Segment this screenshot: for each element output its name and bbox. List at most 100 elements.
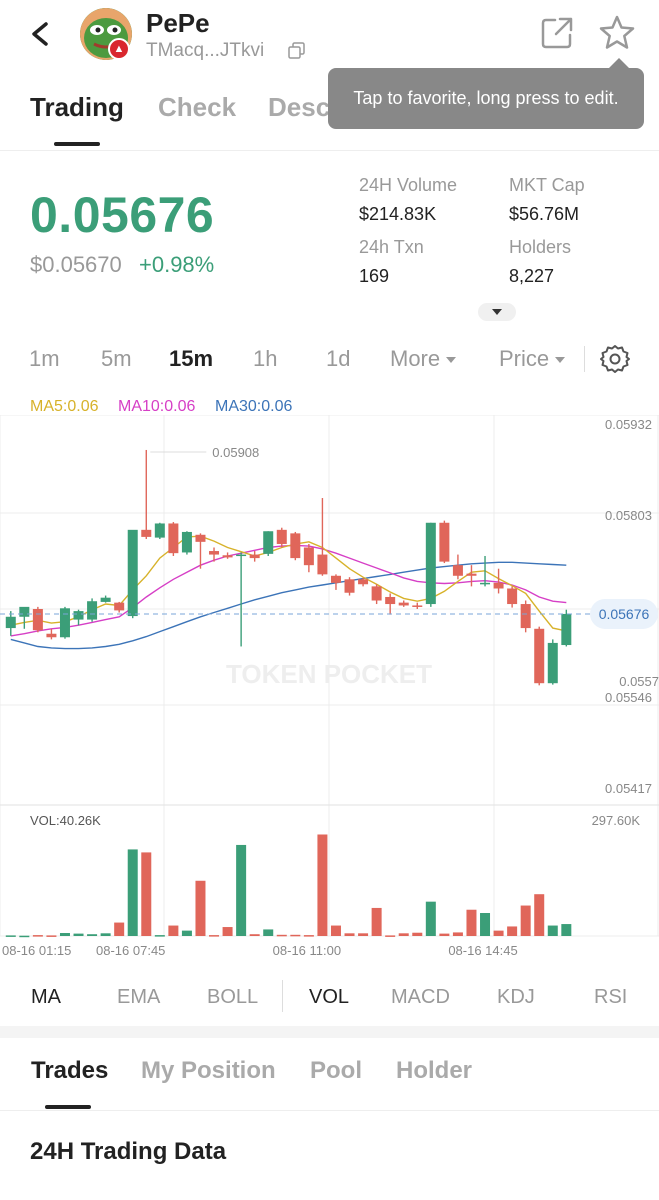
x-axis-label: 08-16 11:00	[273, 943, 341, 958]
volume-bar	[5, 935, 16, 937]
tab-desc[interactable]: Desc	[268, 92, 330, 123]
candle-body	[32, 608, 43, 631]
volume-bar	[263, 929, 274, 936]
volume-max-label: 297.60K	[592, 813, 641, 828]
x-axis-label: 08-16 07:45	[96, 943, 165, 958]
candle-body	[466, 573, 477, 576]
volume-bar	[520, 905, 531, 936]
token-name: PePe	[146, 8, 210, 38]
volume-bar	[46, 935, 57, 937]
candle-body	[412, 605, 423, 607]
tab-trades[interactable]: Trades	[31, 1057, 108, 1085]
volume-bar	[19, 935, 30, 938]
indicator-boll[interactable]: BOLL	[207, 986, 258, 1009]
indicator-rsi[interactable]: RSI	[594, 986, 627, 1009]
candle-body	[507, 588, 518, 605]
chart-type-select[interactable]: Price	[499, 346, 566, 372]
tab-my-position[interactable]: My Position	[141, 1057, 276, 1085]
indicator-kdj[interactable]: KDJ	[497, 986, 535, 1009]
candle-body	[154, 523, 165, 538]
x-axis-label: 08-16 14:45	[448, 943, 517, 958]
price-usd: $0.05670	[30, 252, 122, 277]
watermark-text: TOKEN POCKET	[226, 659, 432, 689]
candle-body	[452, 565, 463, 576]
stat-label-volume: 24H Volume	[359, 175, 458, 195]
expand-stats-button[interactable]	[478, 303, 516, 321]
volume-bar	[59, 933, 70, 936]
volume-bar	[249, 934, 260, 936]
timeframe-15m[interactable]: 15m	[169, 346, 213, 372]
stat-value-holders: 8,227	[509, 266, 555, 286]
timeframe-more[interactable]: More	[390, 346, 457, 372]
price-axis-label-extra: 0.0557	[619, 674, 659, 689]
volume-bar	[547, 925, 558, 936]
star-icon[interactable]	[598, 14, 636, 52]
tab-pool[interactable]: Pool	[310, 1057, 362, 1085]
price-change: +0.98%	[139, 252, 215, 277]
volume-label: VOL:40.26K	[30, 813, 101, 828]
candle-body	[168, 523, 179, 554]
candle-body	[480, 582, 491, 585]
tab-check[interactable]: Check	[158, 92, 236, 123]
section-title: 24H Trading Data	[30, 1138, 227, 1165]
timeframe-separator	[584, 346, 585, 372]
candle-body	[385, 596, 396, 605]
candle-body	[46, 633, 57, 638]
volume-bar	[141, 852, 152, 936]
bottom-tabs-divider	[0, 1110, 659, 1111]
candle-body	[534, 628, 545, 684]
header-divider	[0, 150, 659, 151]
volume-bar	[358, 933, 369, 936]
x-axis-label: 08-16 01:15	[2, 943, 71, 958]
candle-body	[141, 529, 152, 537]
volume-bar	[290, 934, 301, 937]
timeframe-1m[interactable]: 1m	[29, 346, 60, 372]
tron-chain-icon: ▲	[108, 38, 130, 60]
indicator-ma[interactable]: MA	[31, 986, 61, 1009]
gear-icon[interactable]	[600, 344, 630, 374]
candlestick-chart[interactable]: TOKEN POCKET 0.05932 0.05803 0.05546 0.0541…	[0, 414, 659, 965]
indicator-macd[interactable]: MACD	[391, 986, 450, 1009]
ma10-legend: MA10:0.06	[118, 398, 196, 415]
volume-bar	[412, 932, 423, 936]
candle-body	[263, 531, 274, 554]
back-arrow-icon[interactable]	[26, 14, 56, 54]
candle-body	[114, 602, 125, 611]
volume-bar	[425, 901, 436, 936]
volume-bar	[303, 935, 314, 937]
candle-body	[19, 606, 30, 617]
candle-body	[290, 533, 301, 559]
candle-body	[358, 579, 369, 585]
stat-value-mktcap: $56.76M	[509, 204, 580, 224]
price-axis-label: 0.05932	[605, 417, 652, 432]
price-axis-label: 0.05417	[605, 781, 652, 796]
candle-body	[73, 611, 84, 620]
share-icon[interactable]	[540, 16, 574, 50]
volume-bar	[398, 933, 409, 936]
timeframe-1h[interactable]: 1h	[253, 346, 277, 372]
candle-body	[547, 642, 558, 684]
ma-lines	[10, 535, 567, 650]
tab-trading[interactable]: Trading	[30, 92, 124, 123]
tab-holder[interactable]: Holder	[396, 1057, 472, 1085]
volume-bar	[73, 933, 84, 936]
timeframe-5m[interactable]: 5m	[101, 346, 132, 372]
volume-bar	[276, 934, 287, 937]
volume-bar	[195, 880, 206, 936]
indicator-vol[interactable]: VOL	[309, 986, 349, 1009]
price-chart[interactable]: TOKEN POCKET 0.05932 0.05803 0.05546 0.0541…	[0, 414, 659, 965]
caret-down-icon	[446, 357, 457, 364]
candle-body	[87, 601, 98, 620]
stat-value-volume: $214.83K	[359, 204, 437, 224]
stat-label-txn: 24h Txn	[359, 237, 424, 257]
volume-bar	[222, 927, 233, 936]
volume-bar	[507, 926, 518, 936]
timeframe-more-label: More	[390, 346, 441, 371]
current-price-label: 0.05676	[599, 606, 650, 622]
token-address[interactable]: TMacq...JTkvi	[146, 40, 264, 62]
copy-icon[interactable]	[288, 42, 305, 59]
indicator-ema[interactable]: EMA	[117, 986, 160, 1009]
volume-bar	[236, 844, 247, 936]
current-price: 0.05676	[30, 187, 215, 243]
timeframe-1d[interactable]: 1d	[326, 346, 350, 372]
